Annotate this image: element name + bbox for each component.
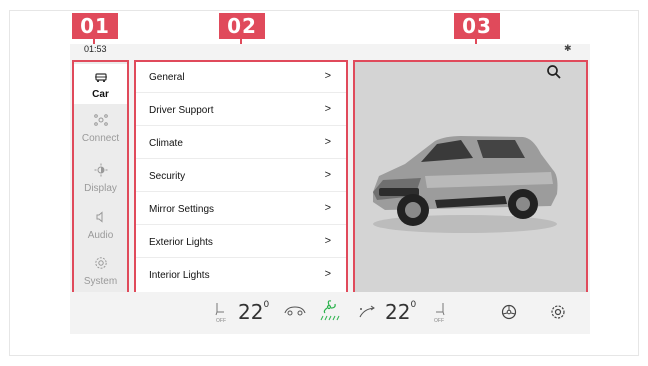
car-image	[373, 136, 558, 233]
label-badge-01: 01	[72, 13, 118, 39]
search-icon[interactable]	[546, 64, 562, 80]
sidebar-item-display[interactable]: Display	[74, 163, 127, 203]
sidebar-item-label: System	[83, 276, 118, 287]
recirculation-icon[interactable]	[283, 305, 307, 317]
menu-item-label: Climate	[149, 138, 183, 149]
menu-item-label: General	[149, 72, 185, 83]
menu-item-security[interactable]: Security >	[136, 160, 346, 192]
chevron-right-icon: >	[324, 103, 331, 115]
menu-item-label: Mirror Settings	[149, 204, 215, 215]
menu-item-exterior-lights[interactable]: Exterior Lights >	[136, 226, 346, 258]
chevron-right-icon: >	[324, 202, 331, 214]
brightness-icon	[74, 163, 127, 179]
passenger-temp-decimal: 0	[410, 300, 417, 311]
menu-item-general[interactable]: General >	[136, 61, 346, 93]
steering-wheel-icon[interactable]	[501, 304, 517, 320]
menu-item-label: Security	[149, 171, 186, 182]
sidebar-item-label: Audio	[87, 230, 114, 241]
connect-icon	[74, 113, 127, 129]
chevron-right-icon: >	[324, 268, 331, 280]
sidebar-item-label: Car	[92, 89, 109, 100]
sidebar-item-car[interactable]: Car	[74, 64, 127, 104]
menu-item-mirror-settings[interactable]: Mirror Settings >	[136, 193, 346, 225]
seat-heat-left-icon[interactable]	[214, 302, 226, 316]
menu-item-label: Exterior Lights	[149, 237, 213, 248]
menu-item-interior-lights[interactable]: Interior Lights >	[136, 259, 346, 291]
chevron-right-icon: >	[324, 70, 331, 82]
label-badge-03: 03	[454, 13, 500, 39]
passenger-temperature[interactable]: 220	[385, 300, 416, 324]
gear-icon	[74, 256, 127, 272]
fan-icon[interactable]	[318, 299, 340, 323]
speaker-icon	[74, 210, 127, 226]
status-time: 01:53	[84, 44, 107, 54]
driver-temp-decimal: 0	[263, 300, 270, 311]
sidebar-item-connect[interactable]: Connect	[74, 113, 127, 153]
driver-temp-value: 22	[238, 300, 264, 324]
passenger-temp-value: 22	[385, 300, 411, 324]
seat-heat-right-label: OFF	[434, 318, 444, 324]
chevron-right-icon: >	[324, 169, 331, 181]
seat-heat-right-icon[interactable]	[434, 302, 446, 316]
menu-item-climate[interactable]: Climate >	[136, 127, 346, 159]
driver-temperature[interactable]: 220	[238, 300, 269, 324]
airflow-icon[interactable]	[358, 305, 376, 319]
sidebar-item-label: Display	[84, 183, 117, 194]
chevron-right-icon: >	[324, 136, 331, 148]
menu-item-driver-support[interactable]: Driver Support >	[136, 94, 346, 126]
bluetooth-icon: ✱	[564, 43, 572, 53]
label-badge-02: 02	[219, 13, 265, 39]
chevron-right-icon: >	[324, 235, 331, 247]
gear-icon[interactable]	[550, 304, 566, 320]
seat-heat-left-label: OFF	[216, 318, 226, 324]
sidebar-item-system[interactable]: System	[74, 256, 127, 290]
sidebar-item-label: Connect	[81, 133, 120, 144]
menu-item-label: Driver Support	[149, 105, 214, 116]
sidebar-item-audio[interactable]: Audio	[74, 210, 127, 250]
menu-item-label: Interior Lights	[149, 270, 210, 281]
car-icon	[74, 71, 127, 85]
